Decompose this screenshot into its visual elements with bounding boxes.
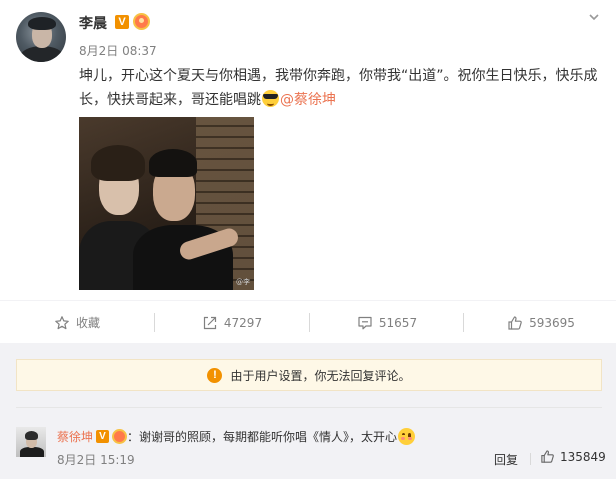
comment-timestamp: 8月2日 15:19 (57, 453, 135, 467)
medal-icon (133, 13, 150, 30)
comment-divider (16, 407, 602, 408)
commenter-avatar[interactable] (16, 427, 46, 457)
reply-disabled-notice: ! 由于用户设置，你无法回复评论。 (16, 359, 602, 391)
comment-button[interactable]: 51657 (310, 301, 464, 344)
comment-icon (358, 316, 372, 329)
post-content: 坤儿，开心这个夏天与你相遇，我带你奔跑，你带我“出道”。祝你生日快乐，快乐成长，… (79, 64, 601, 112)
mention-link[interactable]: @蔡徐坤 (280, 92, 336, 108)
blush-emoji-icon (398, 427, 416, 445)
chevron-down-icon[interactable] (587, 10, 601, 24)
like-button[interactable]: 593695 (464, 301, 616, 344)
comment-section: ! 由于用户设置，你无法回复评论。 蔡徐坤 V ：谢谢哥的照顾，每期都能听你唱《… (0, 343, 616, 479)
comment-text: ：谢谢哥的照顾，每期都能听你唱《情人》，太开心 (127, 429, 398, 444)
warning-icon: ! (207, 367, 223, 383)
comment-like-button[interactable]: 135849 (540, 449, 606, 464)
favorite-button[interactable]: 收藏 (0, 301, 154, 344)
reply-button[interactable]: 回复 (494, 451, 518, 468)
cool-emoji-icon (262, 90, 279, 107)
verified-badge-icon: V (96, 429, 110, 443)
photo-watermark: @李 (236, 278, 250, 286)
post-text: 坤儿，开心这个夏天与你相遇，我带你奔跑，你带我“出道”。祝你生日快乐，快乐成长，… (79, 68, 598, 108)
medal-icon (112, 428, 128, 444)
repost-icon (203, 316, 217, 329)
author-name[interactable]: 李晨 (79, 13, 107, 33)
comment-count: 51657 (378, 315, 418, 330)
thumbs-up-icon (541, 450, 554, 463)
weibo-post: 李晨 V 8月2日 08:37 坤儿，开心这个夏天与你相遇，我带你奔跑，你带我“… (0, 0, 616, 300)
repost-button[interactable]: 47297 (155, 301, 309, 344)
post-timestamp[interactable]: 8月2日 08:37 (79, 42, 157, 59)
commenter-name[interactable]: 蔡徐坤 (57, 428, 93, 445)
notice-text: 由于用户设置，你无法回复评论。 (230, 368, 411, 383)
comment-item: 蔡徐坤 V ：谢谢哥的照顾，每期都能听你唱《情人》，太开心 (57, 427, 416, 445)
repost-count: 47297 (223, 315, 263, 330)
thumbs-up-icon (508, 315, 522, 330)
star-icon (55, 315, 69, 329)
favorite-label: 收藏 (75, 316, 100, 330)
author-avatar[interactable] (16, 12, 66, 62)
comment-action-divider (530, 453, 531, 465)
action-bar: 收藏 47297 51657 593695 (0, 300, 616, 343)
verified-badge-icon: V (115, 15, 129, 29)
post-photo[interactable]: @李 (79, 117, 254, 290)
like-count: 593695 (529, 315, 575, 330)
comment-like-count: 135849 (560, 449, 606, 464)
